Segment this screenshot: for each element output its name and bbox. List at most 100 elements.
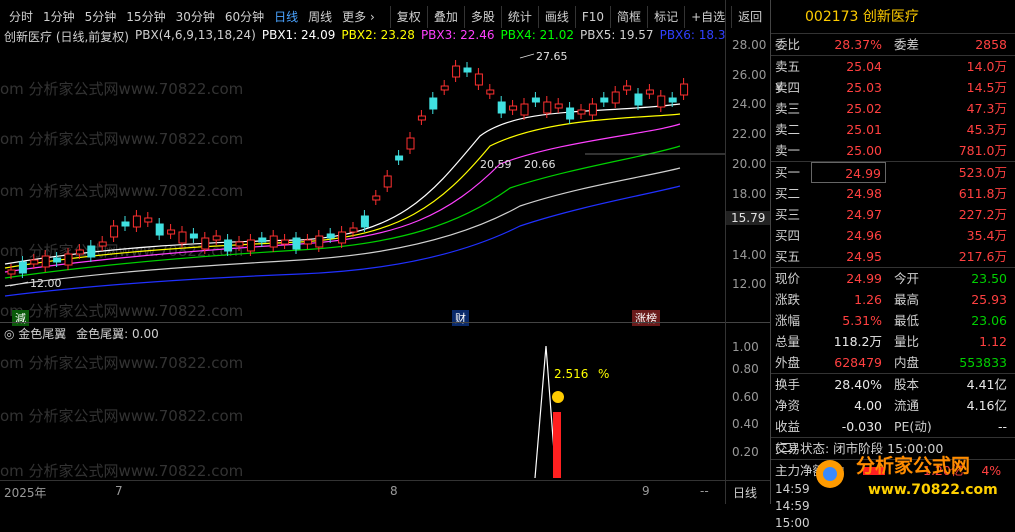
stat-label: 流通 <box>894 398 920 413</box>
candle-body <box>509 105 518 111</box>
bid-label: 买二 <box>775 186 801 201</box>
candle-body <box>429 97 438 110</box>
weicha-value: 2858 <box>975 37 1007 52</box>
f10-button[interactable]: F10 <box>574 6 610 28</box>
indicator-name[interactable]: PBX(4,6,9,13,18,24) <box>135 28 256 44</box>
ask-label: 卖五 ¥ <box>775 59 801 95</box>
ask-volume: 47.3万 <box>966 101 1007 116</box>
ask-label: 卖一 <box>775 143 801 158</box>
bid-row: 买一 24.99 523.0万 <box>771 162 1015 183</box>
candle-body <box>383 175 392 188</box>
ask-volume: 14.0万 <box>966 59 1007 74</box>
logo-url: www.70822.com <box>868 482 998 498</box>
x-tick: 9 <box>642 484 650 498</box>
candlestick-chart[interactable]: 27.65 12.00 20.59 20.66 <box>0 46 725 310</box>
stat-label: 最低 <box>894 313 920 328</box>
candle-body <box>292 237 301 250</box>
weibi-row: 委比 28.37% 委差 2858 <box>771 34 1015 55</box>
pbx4-value: PBX4: 21.02 <box>500 28 575 42</box>
ask-price: 25.02 <box>846 101 882 116</box>
period-tab[interactable]: 分时 <box>4 6 38 28</box>
ask-price: 25.04 <box>846 59 882 74</box>
period-more[interactable]: 更多 › <box>337 6 380 28</box>
candle-body <box>360 215 369 228</box>
bid-price: 24.96 <box>846 228 882 243</box>
candle-body <box>543 101 552 114</box>
period-tab[interactable]: 周线 <box>303 6 337 28</box>
chevron-down-icon[interactable]: ◎ <box>4 327 18 341</box>
bid-price: 24.95 <box>846 249 882 264</box>
candle-body <box>132 215 141 228</box>
candle-body <box>121 221 130 227</box>
candle-body <box>600 97 609 103</box>
bid-row: 买三 24.97 227.2万 <box>771 204 1015 225</box>
bid-volume: 35.4万 <box>966 228 1007 243</box>
candle-body <box>588 103 597 116</box>
period-tab[interactable]: 15分钟 <box>121 6 170 28</box>
bid-row: 买二 24.98 611.8万 <box>771 183 1015 204</box>
stat-label: 股本 <box>894 377 920 392</box>
overlay-button[interactable]: 叠加 <box>426 6 464 28</box>
mark-button[interactable]: 标记 <box>647 6 684 28</box>
candle-body <box>417 115 426 121</box>
period-tab-daily[interactable]: 日线 <box>269 6 303 28</box>
stat-label: 总量 <box>775 334 801 349</box>
indicator-chart[interactable]: 2.516 % <box>0 340 725 480</box>
simple-frame-button[interactable]: 简框 <box>610 6 647 28</box>
stock-title: 002173 创新医疗 <box>771 0 1015 34</box>
period-tab[interactable]: 5分钟 <box>80 6 122 28</box>
stat-label: 最高 <box>894 292 920 307</box>
y-tick: 12.00 <box>732 277 767 291</box>
stat-label: PE(动) <box>894 419 932 434</box>
stat-value: -0.030 <box>841 419 882 434</box>
event-tag-rise[interactable]: 涨榜 <box>632 310 660 326</box>
candle-body <box>281 239 290 245</box>
draw-line-button[interactable]: 画线 <box>537 6 575 28</box>
ask-price: 25.00 <box>846 143 882 158</box>
ask-row: 卖三 25.02 47.3万 <box>771 98 1015 119</box>
adjust-button[interactable]: 复权 <box>389 6 427 28</box>
indicator-panel-name[interactable]: 金色尾翼 <box>18 327 66 341</box>
bid-row: 买五 24.95 217.6万 <box>771 246 1015 267</box>
stat-label: 涨跌 <box>775 292 801 307</box>
chart-title: 创新医疗 (日线,前复权) <box>4 30 129 44</box>
low-annotation: 12.00 <box>30 277 62 290</box>
quote-panel: 002173 创新医疗 委比 28.37% 委差 2858 卖五 ¥ 25.04 1… <box>770 0 1015 530</box>
high-annotation: 27.65 <box>536 50 568 63</box>
period-tab[interactable]: 60分钟 <box>220 6 269 28</box>
stat-label: 现价 <box>775 271 801 286</box>
candle-body <box>258 237 267 243</box>
candle-body <box>531 97 540 103</box>
period-tab[interactable]: 1分钟 <box>38 6 80 28</box>
period-label[interactable]: 日线 <box>733 484 757 501</box>
pct-value: 2.516 <box>554 367 588 381</box>
bid-price: 24.97 <box>846 207 882 222</box>
period-tab[interactable]: 30分钟 <box>171 6 220 28</box>
candle-body <box>246 239 255 252</box>
indicator-panel-value: 金色尾翼: 0.00 <box>76 327 159 341</box>
event-tag-reduce[interactable]: 減 <box>12 310 29 326</box>
ask-volume: 14.5万 <box>966 80 1007 95</box>
ask-row: 卖四 25.03 14.5万 <box>771 77 1015 98</box>
ind-y-tick: 0.80 <box>732 362 759 376</box>
stat-value: 4.00 <box>854 398 882 413</box>
stats-button[interactable]: 统计 <box>500 6 538 28</box>
candle-body <box>566 107 575 120</box>
candle-body <box>235 241 244 247</box>
candle-body <box>577 109 586 115</box>
candle-body <box>463 67 472 73</box>
site-logo: 分析家公式网 www.70822.com <box>816 454 998 498</box>
bid-label: 买四 <box>775 228 801 243</box>
ask-row: 卖五 ¥ 25.04 14.0万 <box>771 56 1015 95</box>
bid-label: 买三 <box>775 207 801 222</box>
bid-volume: 227.2万 <box>958 207 1007 222</box>
multi-stock-button[interactable]: 多股 <box>463 6 501 28</box>
event-tag-finance[interactable]: 财 <box>452 310 469 326</box>
weibi-label: 委比 <box>775 37 801 52</box>
stat-value: 28.40% <box>834 377 882 392</box>
x-scroll[interactable]: -- <box>700 484 709 498</box>
pbx2-value: PBX2: 23.28 <box>341 28 415 42</box>
panel-divider <box>0 322 770 323</box>
candle-body <box>201 237 210 250</box>
